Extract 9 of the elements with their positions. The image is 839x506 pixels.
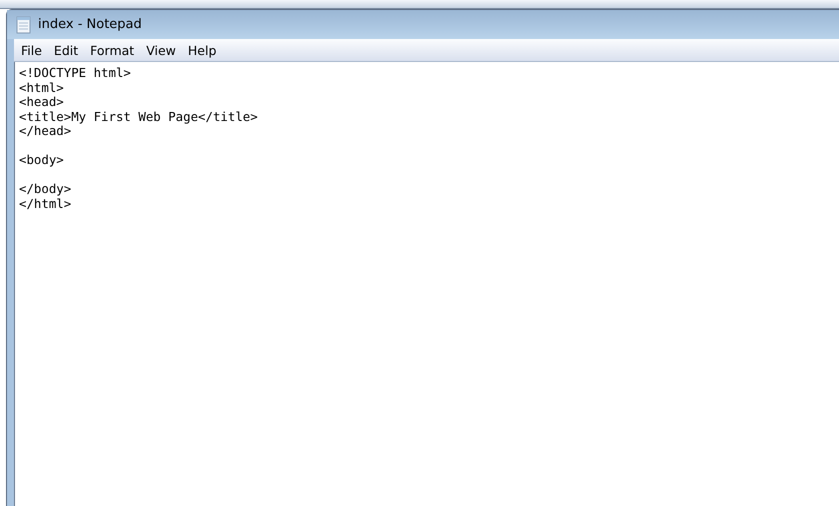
text-editor[interactable]: <!DOCTYPE html> <html> <head> <title>My First Web Page</title> </head> <body> </body> </html>	[14, 62, 839, 506]
menu-item[interactable]: View	[142, 42, 180, 58]
menu-item[interactable]: Edit	[50, 42, 82, 58]
menu-item[interactable]: File	[17, 42, 46, 58]
menu-item[interactable]: Help	[184, 42, 220, 58]
window-title: index - Notepad	[38, 17, 142, 32]
editor-text: <!DOCTYPE html> <html> <head> <title>My First Web Page</title> </head> <body> </body> </html>	[19, 66, 259, 211]
notepad-icon	[16, 16, 32, 34]
menu-item[interactable]: Format	[86, 42, 138, 58]
